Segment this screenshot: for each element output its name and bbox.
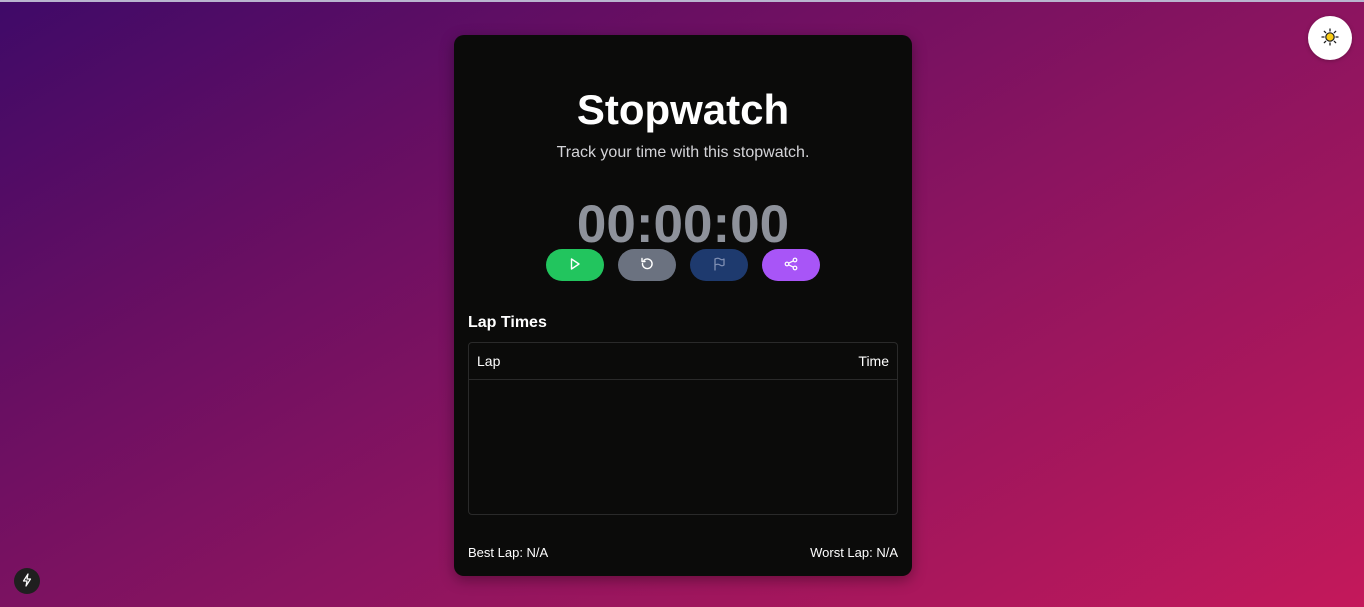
share-icon	[784, 257, 798, 274]
lap-button[interactable]	[690, 249, 748, 281]
lap-column-header: Lap	[477, 353, 501, 369]
stopwatch-card: Stopwatch Track your time with this stop…	[454, 35, 912, 576]
theme-toggle-button[interactable]	[1308, 16, 1352, 60]
control-bar	[546, 249, 820, 281]
share-button[interactable]	[762, 249, 820, 281]
page-subtitle: Track your time with this stopwatch.	[556, 144, 810, 161]
time-column-header: Time	[858, 353, 889, 369]
sun-icon	[1321, 27, 1339, 49]
start-button[interactable]	[546, 249, 604, 281]
lap-table-header: Lap Time	[469, 343, 897, 380]
page-title: Stopwatch	[576, 86, 790, 133]
reset-button[interactable]	[618, 249, 676, 281]
worst-lap-stat: Worst Lap: N/A	[810, 545, 898, 560]
best-lap-stat: Best Lap: N/A	[468, 545, 549, 560]
lap-table: Lap Time	[468, 342, 898, 515]
lightning-icon	[21, 572, 33, 590]
flag-icon	[712, 257, 726, 274]
dev-tools-button[interactable]	[14, 568, 40, 594]
lap-times-heading: Lap Times	[468, 314, 547, 331]
top-strip	[0, 0, 1364, 2]
play-icon	[568, 257, 582, 274]
rotate-ccw-icon	[640, 257, 654, 274]
timer-display: 00:00:00	[576, 195, 790, 254]
